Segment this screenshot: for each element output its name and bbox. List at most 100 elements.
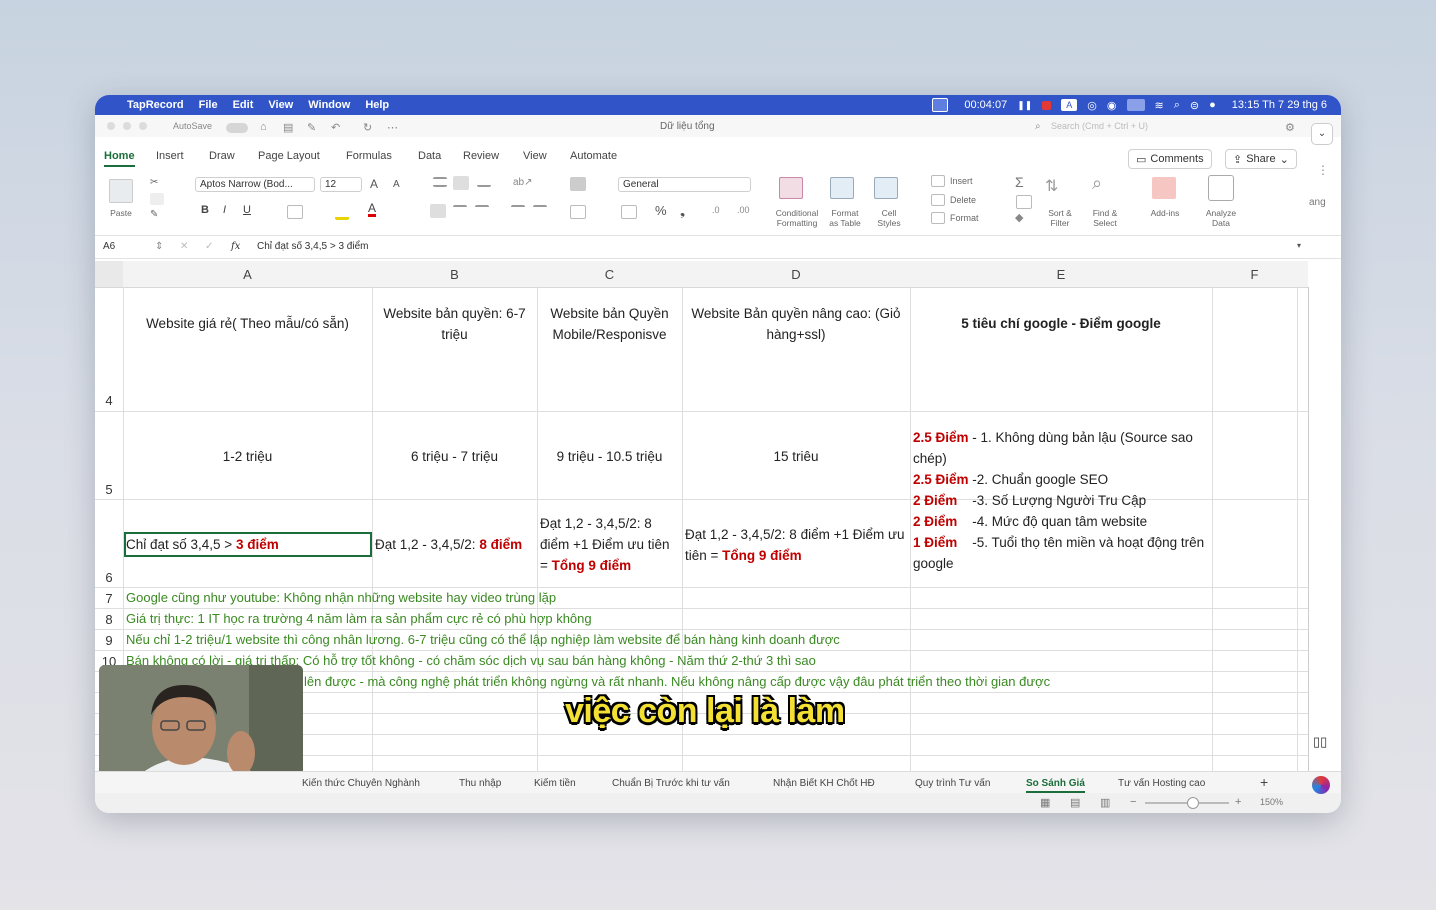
name-box-stepper-icon[interactable]: ⇕ — [155, 241, 163, 252]
tab-view[interactable]: View — [523, 150, 547, 162]
ribbon-collapse-button[interactable]: ⌄ — [1311, 123, 1333, 145]
italic-icon[interactable]: I — [223, 204, 226, 216]
align-left-icon[interactable] — [430, 204, 446, 218]
cut-icon[interactable]: ✂ — [150, 177, 164, 189]
borders-icon[interactable] — [287, 205, 303, 219]
comma-style-icon[interactable]: ❟ — [680, 203, 685, 219]
menu-edit[interactable]: Edit — [233, 99, 254, 111]
tab-draw[interactable]: Draw — [209, 150, 235, 162]
note-row-9[interactable]: Nếu chỉ 1-2 triệu/1 website thì công nhâ… — [126, 630, 840, 650]
tab-data[interactable]: Data — [418, 150, 441, 162]
insert-cells-icon[interactable] — [931, 175, 945, 187]
format-as-table-icon[interactable] — [830, 177, 854, 199]
tab-review[interactable]: Review — [463, 150, 499, 162]
number-format-select[interactable]: General — [618, 177, 751, 192]
row-number-4[interactable]: 4 — [95, 393, 123, 408]
increase-indent-icon[interactable] — [533, 205, 547, 219]
cell-b6[interactable]: Đạt 1,2 - 3,4,5/2: 8 điểm — [375, 534, 535, 555]
tab-home[interactable]: Home — [104, 150, 135, 167]
zoom-level[interactable]: 150% — [1260, 797, 1283, 807]
zoom-window-button[interactable] — [139, 122, 147, 130]
add-sheet-icon[interactable]: + — [1260, 774, 1268, 790]
cell-c6[interactable]: Đạt 1,2 - 3,4,5/2: 8 điểm +1 Điểm ưu tiê… — [540, 513, 680, 576]
conditional-formatting-icon[interactable] — [779, 177, 803, 199]
cell-b5[interactable]: 6 triệu - 7 triệu — [376, 446, 533, 467]
comments-button[interactable]: ▭ Comments — [1128, 149, 1212, 169]
cell-a6[interactable]: Chỉ đạt số 3,4,5 > 3 điểm — [124, 532, 372, 557]
autosum-icon[interactable]: Σ — [1015, 174, 1024, 190]
menu-view[interactable]: View — [268, 99, 293, 111]
delete-cells-icon[interactable] — [931, 194, 945, 206]
align-top-icon[interactable] — [433, 177, 447, 187]
percent-icon[interactable]: % — [655, 203, 667, 218]
note-row-7[interactable]: Google cũng như youtube: Không nhận nhữn… — [126, 588, 556, 608]
user-icon[interactable]: ◉ — [1107, 99, 1117, 112]
zoom-out-icon[interactable]: − — [1130, 796, 1136, 808]
column-header-f[interactable]: F — [1212, 267, 1297, 282]
control-icon[interactable]: ◎ — [1087, 99, 1097, 112]
formula-expand-icon[interactable]: ▾ — [1297, 241, 1301, 250]
decrease-indent-icon[interactable] — [511, 205, 525, 219]
sort-filter-icon[interactable]: ⇅ — [1045, 176, 1058, 196]
delete-cells-label[interactable]: Delete — [950, 195, 976, 205]
save-icon[interactable]: ▤ — [283, 121, 293, 134]
edit-icon[interactable]: ✎ — [307, 121, 316, 134]
decrease-decimal-icon[interactable]: .00 — [737, 205, 750, 215]
reader-icon[interactable]: ▯▯ — [1313, 734, 1327, 750]
select-all-corner[interactable] — [95, 261, 123, 287]
spotlight-search-icon[interactable]: ⌕ — [1174, 99, 1180, 112]
sheet-tab-chuan-bi[interactable]: Chuẩn Bị Trước khi tư vấn — [612, 778, 730, 789]
align-bottom-icon[interactable] — [477, 179, 491, 187]
zoom-slider-thumb[interactable] — [1187, 797, 1199, 809]
tab-insert[interactable]: Insert — [156, 150, 184, 162]
tab-automate[interactable]: Automate — [570, 150, 617, 162]
stop-icon[interactable] — [1042, 100, 1052, 110]
autosave-toggle[interactable] — [226, 123, 248, 133]
home-icon[interactable]: ⌂ — [260, 121, 267, 133]
undo-icon[interactable]: ↶ — [331, 121, 340, 134]
cell-a4[interactable]: Website giá rẻ( Theo mẫu/có sẵn) — [127, 313, 368, 334]
document-title[interactable]: Dữ liệu tổng — [660, 121, 715, 132]
cell-styles-icon[interactable] — [874, 177, 898, 199]
siri-floating-icon[interactable] — [1312, 776, 1330, 794]
menu-app-name[interactable]: TapRecord — [127, 99, 184, 111]
screen-record-icon[interactable] — [932, 98, 949, 112]
column-header-d[interactable]: D — [682, 267, 910, 282]
note-row-11[interactable]: lên được - mà công nghệ phát triển không… — [304, 672, 1050, 692]
cancel-entry-icon[interactable]: ✕ — [180, 241, 188, 252]
sheet-tab-tu-van-hosting[interactable]: Tư vấn Hosting cao — [1118, 778, 1205, 789]
add-ins-icon[interactable] — [1152, 177, 1176, 199]
font-name-select[interactable]: Aptos Narrow (Bod... — [195, 177, 315, 192]
sheet-tab-nhan-biet[interactable]: Nhận Biết KH Chốt HĐ — [773, 778, 875, 789]
note-row-8[interactable]: Giá trị thực: 1 IT học ra trường 4 năm l… — [126, 609, 592, 629]
cell-e4[interactable]: 5 tiêu chí google - Điểm google — [914, 313, 1208, 334]
sheet-tab-kiem-tien[interactable]: Kiếm tiền — [534, 778, 576, 789]
fill-icon[interactable] — [1016, 195, 1032, 209]
merge-center-icon[interactable] — [570, 205, 586, 219]
cell-e5[interactable]: 2.5 Điểm - 1. Không dùng bản lậu (Source… — [913, 427, 1211, 574]
column-header-c[interactable]: C — [537, 267, 682, 282]
confirm-entry-icon[interactable]: ✓ — [205, 241, 213, 252]
sheet-tab-thu-nhap[interactable]: Thu nhập — [459, 778, 501, 789]
minimize-window-button[interactable] — [123, 122, 131, 130]
analyze-data-icon[interactable] — [1208, 175, 1234, 201]
menu-help[interactable]: Help — [365, 99, 389, 111]
font-color-icon[interactable]: A — [368, 202, 377, 217]
currency-icon[interactable] — [621, 205, 637, 219]
cell-d6[interactable]: Đạt 1,2 - 3,4,5/2: 8 điểm +1 Điểm ưu tiê… — [685, 524, 909, 566]
increase-font-icon[interactable]: A — [370, 177, 378, 191]
tab-formulas[interactable]: Formulas — [346, 150, 392, 162]
settings-icon[interactable]: ⚙ — [1285, 121, 1295, 134]
redo-icon[interactable]: ↻ — [363, 121, 372, 134]
name-box[interactable]: A6 — [103, 241, 115, 252]
menu-file[interactable]: File — [199, 99, 218, 111]
increase-decimal-icon[interactable]: .0 — [712, 205, 720, 215]
format-cells-label[interactable]: Format — [950, 213, 979, 223]
row-number-8[interactable]: 8 — [95, 612, 123, 627]
column-header-a[interactable]: A — [123, 267, 372, 282]
row-number-9[interactable]: 9 — [95, 633, 123, 648]
cell-a5[interactable]: 1-2 triệu — [127, 446, 368, 467]
wrap-text-icon[interactable] — [570, 177, 586, 191]
fill-color-icon[interactable] — [335, 205, 349, 220]
search-input[interactable]: Search (Cmd + Ctrl + U) — [1051, 121, 1148, 131]
